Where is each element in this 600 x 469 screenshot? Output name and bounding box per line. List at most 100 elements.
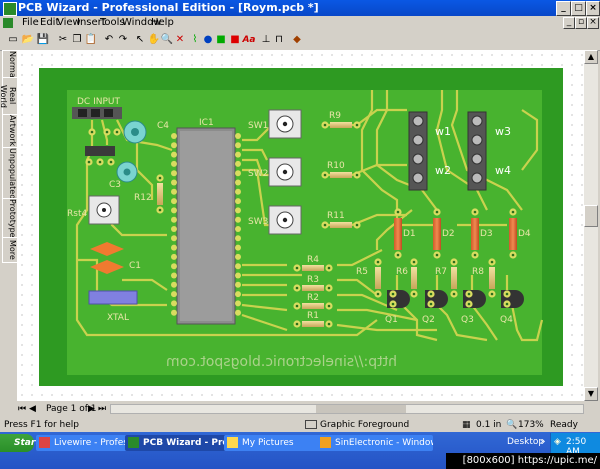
scroll-up-icon[interactable]: ▲ bbox=[584, 50, 598, 64]
chevron-icon[interactable]: » bbox=[540, 437, 546, 447]
zoom-status-icon: 🔍 bbox=[506, 420, 518, 430]
ic1-pin bbox=[235, 188, 241, 195]
red-square-icon[interactable]: ■ bbox=[228, 33, 242, 47]
system-tray: ◈ 2:50 AM bbox=[550, 433, 600, 457]
horizontal-scrollbar[interactable] bbox=[110, 404, 584, 414]
status-ready: Ready bbox=[550, 420, 578, 430]
close-icon[interactable]: × bbox=[586, 1, 600, 16]
label-q1: Q1 bbox=[385, 315, 398, 325]
ic1-pin bbox=[171, 244, 177, 251]
text-tool-icon[interactable]: Aa bbox=[242, 33, 256, 47]
align-icon[interactable]: ⊥ bbox=[259, 33, 273, 47]
label-r4: R4 bbox=[307, 255, 319, 265]
board-url-text: http://sinelectronic.blogspot.com bbox=[166, 354, 397, 370]
label-w2: w2 bbox=[435, 164, 451, 177]
mdi-close-icon[interactable]: × bbox=[587, 17, 599, 29]
hand-icon[interactable]: ✋ bbox=[147, 33, 161, 47]
component-icon[interactable]: ◆ bbox=[290, 33, 304, 47]
label-xtal: XTAL bbox=[107, 313, 129, 323]
label-w1: w1 bbox=[435, 125, 451, 138]
resistor-r5 bbox=[374, 258, 382, 298]
switch-sw3 bbox=[268, 205, 302, 235]
zoom-icon[interactable]: 🔍 bbox=[160, 33, 174, 47]
task-pcb-wizard[interactable]: PCB Wizard - Professi... bbox=[125, 435, 239, 451]
track-icon[interactable]: ⌇ bbox=[188, 33, 202, 47]
switch-sw2 bbox=[268, 157, 302, 187]
paste-icon[interactable]: 📋 bbox=[84, 33, 98, 47]
tab-real-world[interactable]: Real World bbox=[0, 77, 18, 115]
label-q3: Q3 bbox=[461, 315, 474, 325]
ic1-pin bbox=[171, 309, 177, 316]
mdi-minimize-icon[interactable]: _ bbox=[563, 17, 575, 29]
save-icon[interactable]: 💾 bbox=[36, 33, 50, 47]
desktop-toolbar-label[interactable]: Desktop bbox=[507, 437, 544, 447]
new-file-icon[interactable]: ▭ bbox=[6, 33, 20, 47]
ic1-pin bbox=[235, 226, 241, 232]
view-tabs: Normal Real World Artwork Unpopulated Pr… bbox=[0, 50, 18, 400]
next-page-icon[interactable]: ▶ bbox=[88, 404, 95, 414]
ic1-pin bbox=[235, 216, 241, 223]
ic1-pin bbox=[171, 179, 177, 186]
tab-unpopulated[interactable]: Unpopulated bbox=[2, 147, 18, 199]
menu-help[interactable]: Help bbox=[151, 17, 174, 28]
minimize-icon[interactable]: _ bbox=[556, 1, 571, 16]
mdi-restore-icon[interactable]: ▫ bbox=[575, 17, 587, 29]
ic1-pin bbox=[235, 142, 241, 149]
cut-icon[interactable]: ✂ bbox=[56, 33, 70, 47]
label-r8: R8 bbox=[472, 267, 484, 277]
last-page-icon[interactable]: ⏭ bbox=[98, 404, 106, 414]
scroll-thumb[interactable] bbox=[584, 205, 598, 227]
tab-prototype[interactable]: Prototype bbox=[2, 198, 18, 238]
terminal-block-right bbox=[467, 111, 487, 191]
undo-icon[interactable]: ↶ bbox=[102, 33, 116, 47]
ic1-pin bbox=[235, 198, 241, 205]
copy-icon[interactable]: ❐ bbox=[70, 33, 84, 47]
pad-icon[interactable]: ● bbox=[201, 33, 215, 47]
task-sinelectronic[interactable]: SinElectronic - Windows ... bbox=[317, 435, 433, 451]
vertical-scrollbar[interactable]: ▲ ▼ bbox=[584, 50, 598, 401]
prev-page-icon[interactable]: ◀ bbox=[29, 404, 39, 414]
scroll-down-icon[interactable]: ▼ bbox=[584, 387, 598, 401]
pcb-canvas[interactable]: DC INPUT C4 C3 R12 Rst4 C1 XTAL IC1 SW1 … bbox=[17, 50, 584, 401]
resistor-r2 bbox=[293, 302, 333, 310]
green-square-icon[interactable]: ■ bbox=[214, 33, 228, 47]
start-button[interactable]: Start bbox=[0, 434, 40, 452]
open-folder-icon[interactable]: 📂 bbox=[21, 33, 35, 47]
ic1-pin bbox=[171, 272, 177, 279]
tab-normal[interactable]: Normal bbox=[2, 50, 18, 80]
window-title: PCB Wizard - Professional Edition - [Roy… bbox=[18, 1, 319, 14]
select-arrow-icon[interactable]: ↖ bbox=[133, 33, 147, 47]
ic1-pin bbox=[171, 170, 177, 177]
redo-icon[interactable]: ↷ bbox=[116, 33, 130, 47]
menu-file[interactable]: File bbox=[22, 17, 39, 28]
ic1-pin bbox=[171, 235, 177, 242]
tray-shield-icon[interactable]: ◈ bbox=[554, 437, 561, 447]
label-sw2: SW2 bbox=[248, 169, 268, 179]
ic1-pin bbox=[235, 281, 241, 288]
ic1-pin bbox=[171, 198, 177, 205]
layer-icon bbox=[305, 420, 317, 429]
resistor-r12 bbox=[157, 183, 163, 205]
resistor-r9 bbox=[321, 121, 361, 129]
menu-tools[interactable]: Tools bbox=[100, 17, 125, 28]
app-icon[interactable] bbox=[3, 2, 17, 16]
transistor-q2 bbox=[425, 290, 448, 308]
resistor-r11 bbox=[321, 221, 361, 229]
document-icon[interactable] bbox=[3, 18, 13, 28]
label-c1: C1 bbox=[129, 261, 141, 271]
tab-artwork[interactable]: Artwork bbox=[2, 114, 18, 148]
h-scroll-thumb[interactable] bbox=[316, 405, 406, 413]
tab-more[interactable]: More bbox=[2, 237, 18, 263]
transistor-q3 bbox=[463, 290, 486, 308]
mirror-icon[interactable]: ⊓ bbox=[272, 33, 286, 47]
first-page-icon[interactable]: ⏮ bbox=[18, 404, 28, 414]
dc-pin bbox=[104, 109, 113, 117]
delete-icon[interactable]: ✕ bbox=[173, 33, 187, 47]
task-my-pictures[interactable]: My Pictures bbox=[224, 435, 332, 451]
status-grid: 0.1 in bbox=[476, 420, 502, 430]
label-sw1: SW1 bbox=[248, 121, 268, 131]
title-bar: PCB Wizard - Professional Edition - [Roy… bbox=[0, 0, 600, 16]
ic1-pin bbox=[235, 133, 241, 139]
ic1-pin bbox=[171, 263, 177, 270]
maximize-icon[interactable]: □ bbox=[571, 1, 586, 16]
